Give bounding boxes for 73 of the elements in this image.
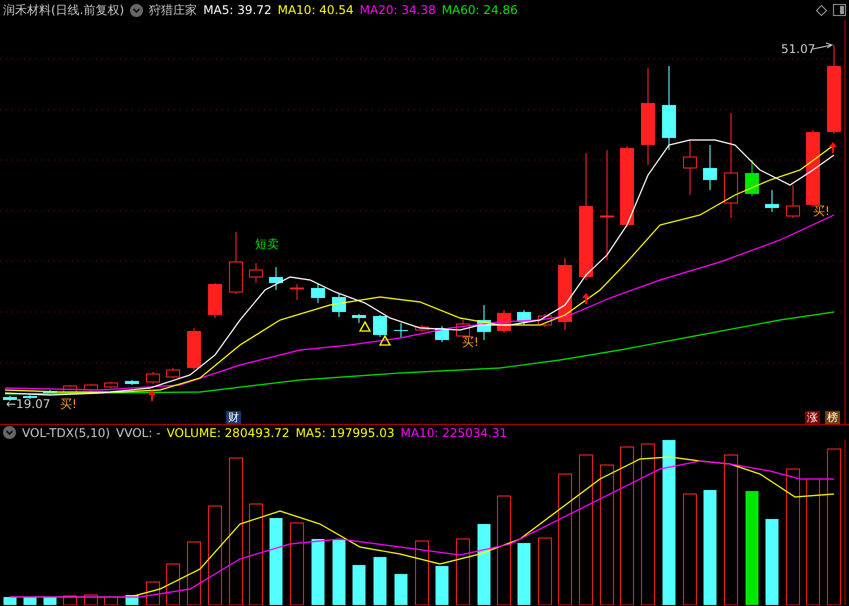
candlestick <box>786 184 800 218</box>
ma-reading: MA5: 39.72 <box>203 4 272 16</box>
volume-bar <box>63 596 77 605</box>
candlestick <box>765 190 779 212</box>
candlestick <box>517 310 531 326</box>
candlestick <box>166 368 180 378</box>
volume-bar <box>146 582 160 605</box>
volume-reading: VOLUME: 280493.72 <box>166 426 290 438</box>
candlestick <box>373 314 387 338</box>
diamond-icon[interactable] <box>816 4 827 16</box>
candlestick <box>125 380 139 386</box>
candlestick <box>249 262 263 284</box>
up-arrow-icon <box>582 293 590 304</box>
buy-signal: 买! <box>60 398 77 410</box>
volume-bar <box>415 540 429 605</box>
candlestick <box>43 390 57 394</box>
volume-reading: MA10: 225034.31 <box>400 426 508 438</box>
candlestick <box>456 320 470 338</box>
candlestick <box>23 394 37 400</box>
badge-label[interactable]: 财 <box>226 411 241 424</box>
volume-bar <box>456 538 470 605</box>
candlestick <box>146 372 160 384</box>
volume-bar <box>518 543 530 605</box>
candlestick <box>332 294 346 318</box>
volume-bar <box>538 538 552 605</box>
candlestick <box>703 144 717 190</box>
candlestick <box>208 282 222 318</box>
up-arrow-icon <box>829 142 837 153</box>
badge-label[interactable]: 涨 <box>805 411 820 424</box>
up-arrow-icon <box>148 390 156 401</box>
triangle-icon <box>358 320 372 332</box>
volume-reading: VVOL: - <box>116 426 161 438</box>
candlestick <box>683 140 697 196</box>
candlestick <box>415 324 429 332</box>
volume-bar <box>84 594 98 605</box>
volume-bar <box>394 574 408 605</box>
candlestick <box>311 282 325 304</box>
volume-bar <box>4 597 16 605</box>
candlestick <box>229 232 243 294</box>
candlestick <box>394 322 408 338</box>
arrow-icon <box>812 42 834 50</box>
ma-reading: MA10: 40.54 <box>278 4 354 16</box>
dropdown-icon[interactable] <box>3 426 16 439</box>
volume-bar <box>436 566 448 605</box>
candlestick <box>290 284 304 300</box>
price-label: 51.07 <box>781 43 816 55</box>
candlestick <box>477 304 491 340</box>
price-label: ←19.07 <box>6 398 50 410</box>
volume-bar <box>332 540 346 605</box>
volume-reading: MA5: 197995.03 <box>296 426 395 438</box>
volume-bar <box>166 564 180 605</box>
indicator-name: 狩猎庄家 <box>149 4 198 16</box>
volume-bar <box>352 565 366 605</box>
volume-bar <box>374 557 386 605</box>
candlestick <box>269 266 283 290</box>
volume-bar <box>312 539 324 605</box>
badge-label[interactable]: 榜 <box>825 411 840 424</box>
candlestick <box>84 384 98 392</box>
sell-signal: 短卖 <box>255 238 279 250</box>
indicator-name: VOL-TDX(5,10) <box>22 426 110 438</box>
triangle-icon <box>378 334 392 346</box>
ma-reading: MA20: 34.38 <box>360 4 436 16</box>
dropdown-icon[interactable] <box>130 4 144 16</box>
candlestick <box>104 382 118 388</box>
stock-title: 润禾材料(日线.前复权) <box>3 4 124 16</box>
buy-signal: 买! <box>462 336 479 348</box>
candlestick <box>745 160 759 196</box>
layout-icon[interactable] <box>833 4 846 16</box>
buy-signal: 买! <box>813 205 830 217</box>
candlestick <box>352 314 366 324</box>
volume-bar <box>187 542 201 605</box>
candlestick <box>187 328 201 370</box>
ma-reading: MA60: 24.86 <box>442 4 518 16</box>
